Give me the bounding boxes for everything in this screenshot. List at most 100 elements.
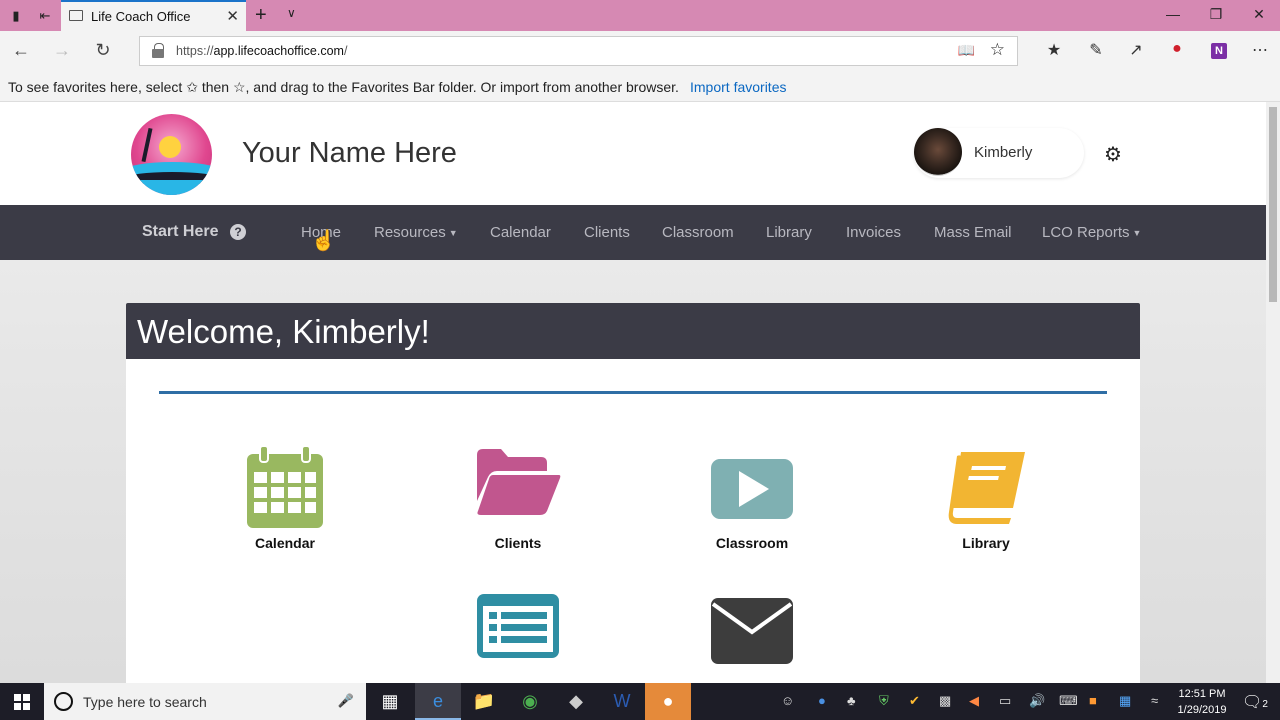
close-tab-icon[interactable]: ✕ [226,7,239,25]
favorites-bar: To see favorites here, select ✩ then ☆, … [0,71,1280,102]
refresh-icon[interactable]: ↻ [92,40,114,61]
battery-icon[interactable]: ▭ [999,693,1011,709]
onenote-icon[interactable]: N [1211,43,1227,59]
minimize-icon[interactable]: — [1163,6,1183,22]
action-center-icon[interactable]: 🗨2 [1242,692,1268,712]
site-logo[interactable] [131,114,212,195]
site-header: Your Name Here Kimberly [0,102,1266,205]
settings-icon[interactable]: ⚙ [1104,142,1122,167]
page-icon [69,10,83,21]
close-window-icon[interactable]: ✕ [1249,6,1269,23]
file-explorer-icon[interactable]: 📁 [461,683,507,720]
nav-mass-email[interactable]: Mass Email [934,224,1012,241]
usb-icon[interactable]: ▩ [939,693,951,709]
restore-icon[interactable]: ❐ [1206,6,1226,23]
caret-down-icon: ▼ [448,228,458,239]
new-tab-icon[interactable]: + [255,4,267,27]
url-text: https://app.lifecoachoffice.com/ [176,44,348,58]
word-icon[interactable]: W [599,683,645,720]
tray-speaker-app-icon[interactable]: ◀ [969,693,979,709]
tile-clients[interactable]: Clients [453,446,583,576]
caret-down-icon: ▼ [1132,228,1142,239]
dashboard-grid: Calendar Clients Classroom Library [159,391,1107,683]
web-page: Your Name Here Kimberly Start Here ? Hom… [0,102,1266,683]
play-icon [711,459,793,524]
cortana-icon [54,692,73,711]
clock-time: 12:51 PM [1178,688,1226,700]
dashboard-panel: Calendar Clients Classroom Library [126,359,1140,683]
zoom-icon[interactable]: ● [645,683,691,720]
edge-icon[interactable]: e [415,683,461,720]
tray-orange-icon[interactable]: ■ [1089,693,1097,708]
user-name: Kimberly [974,144,1033,161]
tile-label: Classroom [715,535,789,551]
windows-start-icon[interactable] [14,694,30,710]
envelope-icon [711,598,793,669]
pinterest-icon[interactable]: ● [1166,40,1188,58]
tile-label: Calendar [255,535,315,551]
zoom-tray-icon[interactable]: ● [818,693,826,708]
import-favorites-link[interactable]: Import favorites [690,79,786,95]
favorites-icon[interactable]: ★ [1043,40,1065,60]
nav-clients[interactable]: Clients [584,224,630,241]
wifi-icon[interactable]: ≈ [1151,693,1158,708]
page-scrollbar[interactable] [1266,102,1280,683]
welcome-heading: Welcome, Kimberly! [137,313,430,350]
nav-lco-reports[interactable]: LCO Reports ▼ [1042,224,1141,241]
tile-email[interactable] [687,594,817,683]
tile-library[interactable]: Library [921,446,1051,576]
user-menu[interactable]: Kimberly [914,128,1084,178]
share-icon[interactable]: ↗ [1125,40,1147,60]
tile-list[interactable] [453,594,583,683]
lock-icon [152,43,164,58]
tray-app-icon[interactable]: ♣ [847,693,856,708]
tabs-aside-icon[interactable]: ⇤ [35,6,55,26]
calendar-icon [247,445,323,533]
notification-count: 2 [1262,699,1268,710]
favorites-message: To see favorites here, select ✩ then ☆, … [8,79,679,95]
list-icon [477,594,559,663]
chrome-icon[interactable]: ◉ [507,683,553,720]
site-name: Your Name Here [242,137,457,169]
snagit-icon[interactable]: ◆ [553,683,599,720]
nav-start-here[interactable]: Start Here [142,223,218,241]
tile-label: Library [962,535,1010,551]
pen-icon[interactable]: ✎ [1085,40,1107,60]
back-icon[interactable]: ← [10,40,32,61]
security-icon[interactable]: ⛨ [879,693,889,709]
tab-title: Life Coach Office [91,9,191,24]
main-nav: Start Here ? Home Resources ▼ Calendar Cl… [0,205,1266,260]
nav-library[interactable]: Library [766,224,812,241]
volume-icon[interactable]: 🔊 [1029,693,1045,709]
address-bar[interactable]: https://app.lifecoachoffice.com/ 📖 ☆ [139,36,1018,66]
nav-calendar[interactable]: Calendar [490,224,551,241]
help-icon[interactable]: ? [230,224,246,240]
network-app-icon[interactable]: ▦ [1119,693,1131,709]
microphone-icon[interactable]: 🎤 [338,693,354,709]
browser-titlebar: ▮ ⇤ Life Coach Office ✕ + ∨ — ❐ ✕ [0,0,1280,31]
forward-icon[interactable]: → [51,40,73,61]
nav-classroom[interactable]: Classroom [662,224,734,241]
reading-view-icon[interactable]: 📖 [958,42,975,59]
chevron-down-icon[interactable]: ∨ [287,6,296,20]
folder-open-icon [475,449,561,520]
task-view-icon[interactable]: ▦ [367,683,413,720]
tile-calendar[interactable]: Calendar [220,445,350,576]
more-icon[interactable]: ⋯ [1249,40,1271,60]
keyboard-icon[interactable]: ⌨ [1059,693,1078,709]
avatar [914,128,962,176]
book-icon [947,452,1025,529]
taskbar-search[interactable]: Type here to search 🎤 [44,683,366,720]
people-icon[interactable]: ☺ [781,693,794,708]
star-icon[interactable]: ☆ [990,40,1005,60]
scrollbar-thumb[interactable] [1269,107,1277,302]
browser-tab[interactable]: Life Coach Office ✕ [61,0,246,31]
nav-invoices[interactable]: Invoices [846,224,901,241]
clock[interactable]: 12:51 PM 1/29/2019 [1172,686,1232,718]
nav-resources[interactable]: Resources ▼ [374,224,458,241]
tray-check-icon[interactable]: ✔ [909,693,920,709]
welcome-banner: Welcome, Kimberly! [126,303,1140,359]
set-tabs-aside-icon[interactable]: ▮ [6,6,26,26]
search-placeholder: Type here to search [83,694,207,710]
tile-classroom[interactable]: Classroom [687,446,817,576]
